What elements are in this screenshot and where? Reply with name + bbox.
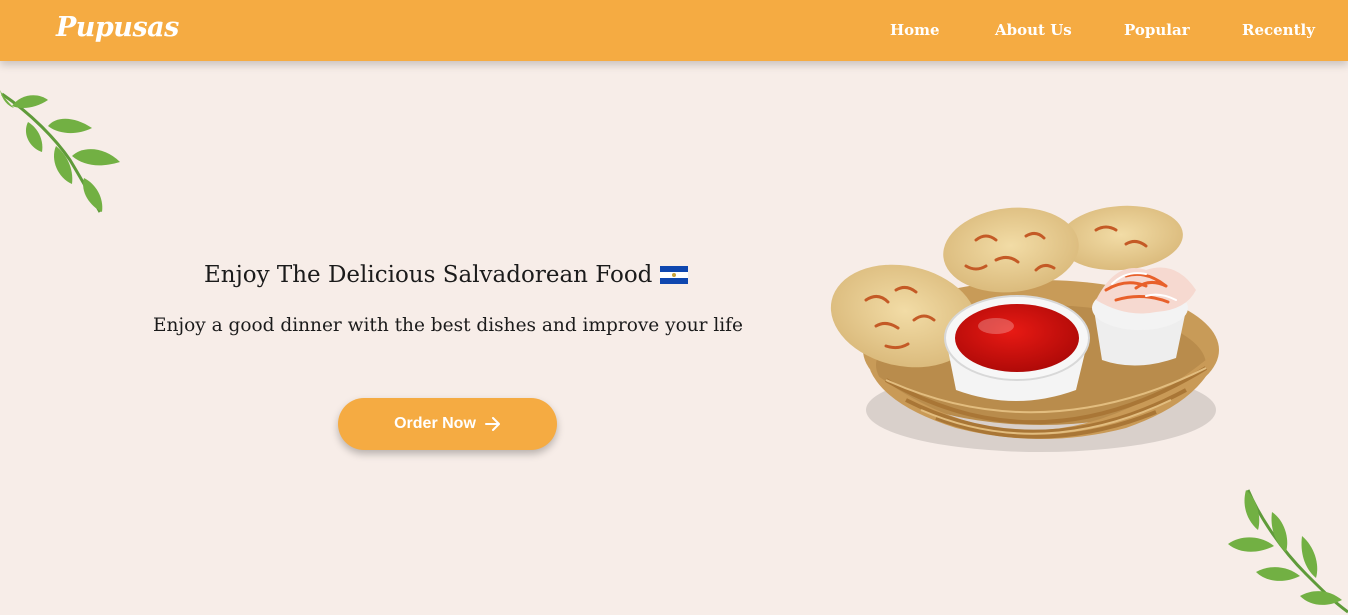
nav-home[interactable]: Home xyxy=(890,21,940,39)
order-now-label: Order Now xyxy=(394,415,476,432)
nav-recently[interactable]: Recently xyxy=(1242,21,1315,39)
leaf-branch-top-left-icon xyxy=(0,90,120,213)
arrow-right-icon xyxy=(484,417,500,431)
header: Pupusas Home About Us Popular Recently xyxy=(0,0,1348,61)
nav-popular[interactable]: Popular xyxy=(1124,21,1190,39)
hero-title-text: Enjoy The Delicious Salvadorean Food xyxy=(204,262,653,288)
hero-title: Enjoy The Delicious Salvadorean Food xyxy=(204,262,689,288)
leaf-branch-bottom-right-icon xyxy=(1228,489,1348,614)
logo[interactable]: Pupusas xyxy=(56,12,179,43)
hero-subtitle: Enjoy a good dinner with the best dishes… xyxy=(153,315,743,336)
pupusas-basket-image xyxy=(830,205,1219,452)
order-now-button[interactable]: Order Now xyxy=(338,398,557,450)
el-salvador-flag-icon xyxy=(660,266,689,284)
nav-about-us[interactable]: About Us xyxy=(995,21,1072,39)
